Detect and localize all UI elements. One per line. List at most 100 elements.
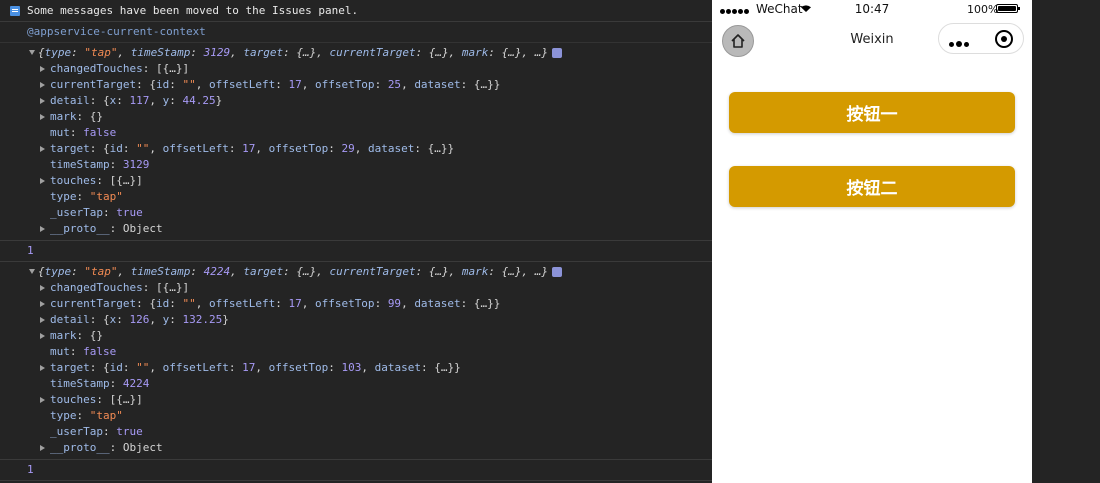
expand-arrow-icon[interactable] — [40, 317, 45, 323]
prop-key: timeStamp — [50, 377, 110, 390]
property-row[interactable]: touches: [{…}] — [0, 173, 712, 189]
value: {} — [89, 329, 103, 342]
property-row[interactable]: mark: {} — [0, 109, 712, 125]
info-icon[interactable] — [552, 267, 563, 277]
number-value: 126 — [129, 313, 150, 326]
value: [{…}] — [109, 393, 143, 406]
info-icon[interactable] — [552, 48, 563, 58]
property-row[interactable]: target: {id: "", offsetLeft: 17, offsetT… — [0, 360, 712, 376]
prop-key: mark — [461, 265, 489, 278]
property-row[interactable]: __proto__: Object — [0, 221, 712, 237]
expand-arrow-icon[interactable] — [40, 333, 45, 339]
expand-arrow-icon[interactable] — [40, 226, 45, 232]
property-row[interactable]: currentTarget: {id: "", offsetLeft: 17, … — [0, 296, 712, 312]
number-value: 17 — [288, 297, 302, 310]
number-value: 17 — [242, 142, 256, 155]
property-row[interactable]: mark: {} — [0, 328, 712, 344]
prop-key: target — [243, 265, 284, 278]
number-value: 4224 — [203, 265, 231, 278]
prop-key: offsetLeft — [162, 142, 229, 155]
context-link[interactable]: @appservice-current-context — [0, 22, 712, 43]
object-summary[interactable]: {type: "tap", timeStamp: 3129, target: {… — [0, 45, 712, 61]
prop-key: id — [155, 78, 170, 91]
property-row[interactable]: changedTouches: [{…}] — [0, 280, 712, 296]
right-panel-background — [1032, 0, 1100, 483]
prop-key: id — [109, 142, 123, 155]
prop-key: offsetLeft — [208, 78, 276, 91]
prop-key: touches — [50, 393, 97, 406]
expand-arrow-icon[interactable] — [40, 146, 45, 152]
prop-key: _userTap — [50, 425, 103, 438]
expand-arrow-icon[interactable] — [40, 365, 45, 371]
devtools-console: Some messages have been moved to the Iss… — [0, 0, 712, 483]
prop-key: offsetTop — [268, 142, 329, 155]
property-row[interactable]: touches: [{…}] — [0, 392, 712, 408]
property-row[interactable]: __proto__: Object — [0, 440, 712, 456]
number-value: 132.25 — [182, 313, 223, 326]
prop-key: mut — [50, 345, 70, 358]
prop-key: dataset — [374, 361, 421, 374]
value: [{…}] — [109, 174, 143, 187]
property-row[interactable]: target: {id: "", offsetLeft: 17, offsetT… — [0, 141, 712, 157]
expand-arrow-icon[interactable] — [29, 50, 35, 55]
number-value: 4224 — [122, 377, 150, 390]
issues-message: Some messages have been moved to the Iss… — [27, 4, 359, 17]
prop-key: currentTarget — [329, 46, 416, 59]
string-value: "tap" — [89, 190, 123, 203]
prop-key: __proto__ — [50, 222, 110, 235]
prop-key: touches — [50, 174, 97, 187]
expand-arrow-icon[interactable] — [40, 114, 45, 120]
button-one[interactable]: 按钮一 — [729, 92, 1015, 133]
expand-arrow-icon[interactable] — [40, 98, 45, 104]
property-row: mut: false — [50, 345, 117, 358]
value: Object — [122, 222, 163, 235]
expand-arrow-icon[interactable] — [40, 301, 45, 307]
more-icon[interactable] — [949, 37, 971, 50]
expand-arrow-icon[interactable] — [40, 285, 45, 291]
menu-capsule — [938, 23, 1024, 54]
property-row[interactable]: detail: {x: 117, y: 44.25} — [0, 93, 712, 109]
property-row[interactable]: currentTarget: {id: "", offsetLeft: 17, … — [0, 77, 712, 93]
expand-arrow-icon[interactable] — [40, 397, 45, 403]
issues-banner[interactable]: Some messages have been moved to the Iss… — [0, 0, 712, 22]
number-value: true — [116, 206, 143, 219]
number-value: 25 — [387, 78, 402, 91]
issues-icon — [10, 5, 20, 16]
property-row[interactable]: detail: {x: 126, y: 132.25} — [0, 312, 712, 328]
string-value: "" — [182, 78, 196, 91]
prop-key: id — [155, 297, 170, 310]
prop-key: __proto__ — [50, 441, 110, 454]
expand-arrow-icon[interactable] — [40, 66, 45, 72]
return-value: 1 — [0, 241, 712, 262]
prop-key: dataset — [367, 142, 415, 155]
prop-key: changedTouches — [50, 62, 143, 75]
button-two[interactable]: 按钮二 — [729, 166, 1015, 207]
value: [{…}] — [155, 281, 190, 294]
prop-key: id — [109, 361, 123, 374]
prop-key: currentTarget — [50, 78, 137, 91]
close-miniprogram-icon[interactable] — [995, 30, 1013, 48]
log-entry: {type: "tap", timeStamp: 3129, target: {… — [0, 43, 712, 241]
object-summary[interactable]: {type: "tap", timeStamp: 4224, target: {… — [0, 264, 712, 280]
property-row[interactable]: changedTouches: [{…}] — [0, 61, 712, 77]
prop-key: mark — [461, 46, 489, 59]
number-value: 3129 — [203, 46, 231, 59]
battery-icon — [996, 4, 1020, 13]
expand-arrow-icon[interactable] — [40, 178, 45, 184]
prop-key: target — [50, 361, 90, 374]
property-row: _userTap: true — [50, 425, 143, 438]
value: [{…}] — [155, 62, 190, 75]
prop-key: dataset — [414, 78, 461, 91]
number-value: true — [116, 425, 143, 438]
value: {} — [89, 110, 103, 123]
expand-arrow-icon[interactable] — [40, 445, 45, 451]
expand-arrow-icon[interactable] — [29, 269, 35, 274]
number-value: false — [83, 126, 117, 139]
prop-key: offsetLeft — [162, 361, 229, 374]
prop-key: changedTouches — [50, 281, 143, 294]
string-value: "tap" — [84, 265, 118, 278]
expand-arrow-icon[interactable] — [40, 82, 45, 88]
number-value: 103 — [341, 361, 362, 374]
string-value: "" — [136, 142, 150, 155]
prop-key: target — [50, 142, 90, 155]
